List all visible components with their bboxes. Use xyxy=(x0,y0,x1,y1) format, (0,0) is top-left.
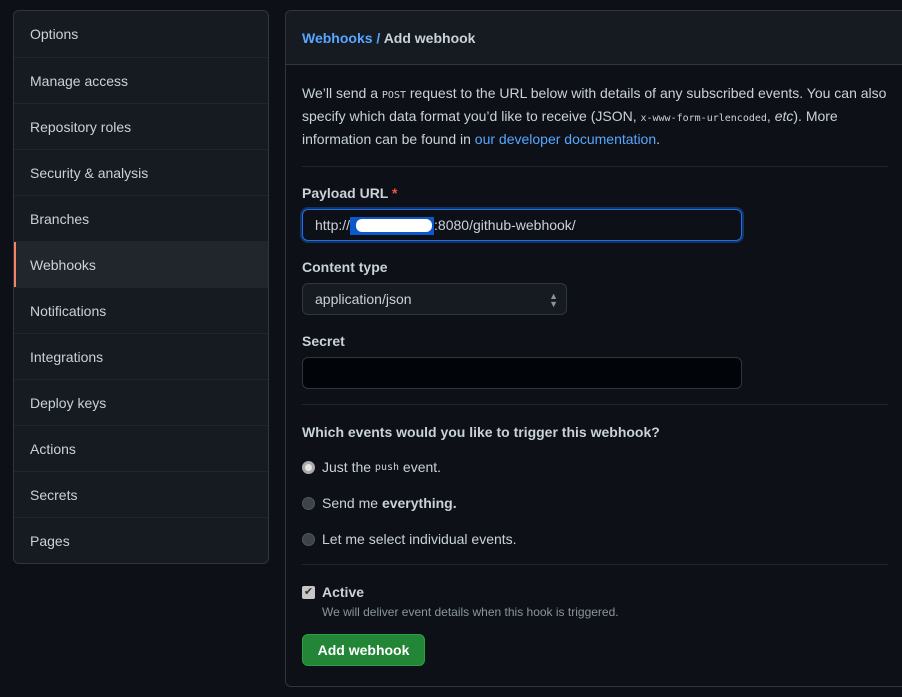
event-option-everything[interactable]: Send me everything. xyxy=(302,494,888,512)
sidebar-item-manage-access[interactable]: Manage access xyxy=(14,57,268,103)
radio-icon[interactable] xyxy=(302,496,315,510)
option-bold-text: everything. xyxy=(381,495,457,511)
option-text: Just the xyxy=(322,459,375,475)
secret-input[interactable] xyxy=(302,357,742,389)
add-webhook-panel: Webhooks / Add webhook We’ll send a POST… xyxy=(285,10,902,687)
option-text: event. xyxy=(399,459,442,475)
sidebar-item-notifications[interactable]: Notifications xyxy=(14,287,268,333)
required-marker: * xyxy=(392,185,398,201)
events-question: Which events would you like to trigger t… xyxy=(302,424,660,440)
secret-label: Secret xyxy=(302,333,345,349)
sidebar-item-options[interactable]: Options xyxy=(14,11,268,57)
breadcrumb-webhooks-link[interactable]: Webhooks xyxy=(302,30,373,46)
active-checkbox-row[interactable]: ✔ Active xyxy=(302,584,888,600)
sidebar-item-integrations[interactable]: Integrations xyxy=(14,333,268,379)
sidebar-item-security-analysis[interactable]: Security & analysis xyxy=(14,149,268,195)
sidebar-item-secrets[interactable]: Secrets xyxy=(14,471,268,517)
sidebar-item-actions[interactable]: Actions xyxy=(14,425,268,471)
active-note: We will deliver event details when this … xyxy=(322,605,619,619)
intro-code-post: POST xyxy=(381,90,406,101)
payload-url-label-text: Payload URL xyxy=(302,185,389,201)
payload-url-suffix: :8080/github-webhook/ xyxy=(434,217,576,233)
active-label: Active xyxy=(322,584,365,600)
divider xyxy=(302,564,888,565)
select-arrows-icon: ▲ ▼ xyxy=(549,291,558,309)
add-webhook-button[interactable]: Add webhook xyxy=(302,634,425,666)
intro-t3: , xyxy=(766,108,775,124)
payload-url-label: Payload URL * xyxy=(302,185,888,201)
option-text: Send me xyxy=(322,495,382,511)
sidebar-item-branches[interactable]: Branches xyxy=(14,195,268,241)
sidebar-item-pages[interactable]: Pages xyxy=(14,517,268,563)
sidebar-item-deploy-keys[interactable]: Deploy keys xyxy=(14,379,268,425)
event-option-push[interactable]: Just the push event. xyxy=(302,458,888,476)
developer-docs-link[interactable]: our developer documentation xyxy=(475,131,656,147)
radio-selected-icon[interactable] xyxy=(302,460,315,474)
divider xyxy=(302,404,888,405)
event-option-individual[interactable]: Let me select individual events. xyxy=(302,530,888,548)
payload-url-input[interactable]: http:// :8080/github-webhook/ xyxy=(302,209,742,241)
breadcrumb: Webhooks / Add webhook xyxy=(286,11,902,65)
sidebar-item-repository-roles[interactable]: Repository roles xyxy=(14,103,268,149)
content-type-select[interactable]: application/json ▲ ▼ xyxy=(302,283,567,315)
content-type-label: Content type xyxy=(302,259,388,275)
intro-t1: We’ll send a xyxy=(302,85,382,101)
page-title: Add webhook xyxy=(383,30,476,46)
intro-text: We’ll send a POST request to the URL bel… xyxy=(302,65,888,167)
intro-code-format: x-www-form-urlencoded xyxy=(640,113,767,124)
settings-sidebar: Options Manage access Repository roles S… xyxy=(13,10,269,564)
radio-icon[interactable] xyxy=(302,532,315,546)
checkbox-checked-icon[interactable]: ✔ xyxy=(302,585,315,599)
breadcrumb-separator: / xyxy=(372,30,384,46)
option-code: push xyxy=(374,461,400,473)
content-type-value: application/json xyxy=(315,291,412,307)
payload-url-prefix: http:// xyxy=(315,217,351,233)
intro-t5: . xyxy=(656,131,661,147)
intro-em: etc xyxy=(774,108,794,124)
sidebar-item-webhooks[interactable]: Webhooks xyxy=(14,241,268,287)
redacted-host xyxy=(350,217,435,236)
option-text: Let me select individual events. xyxy=(322,531,517,547)
